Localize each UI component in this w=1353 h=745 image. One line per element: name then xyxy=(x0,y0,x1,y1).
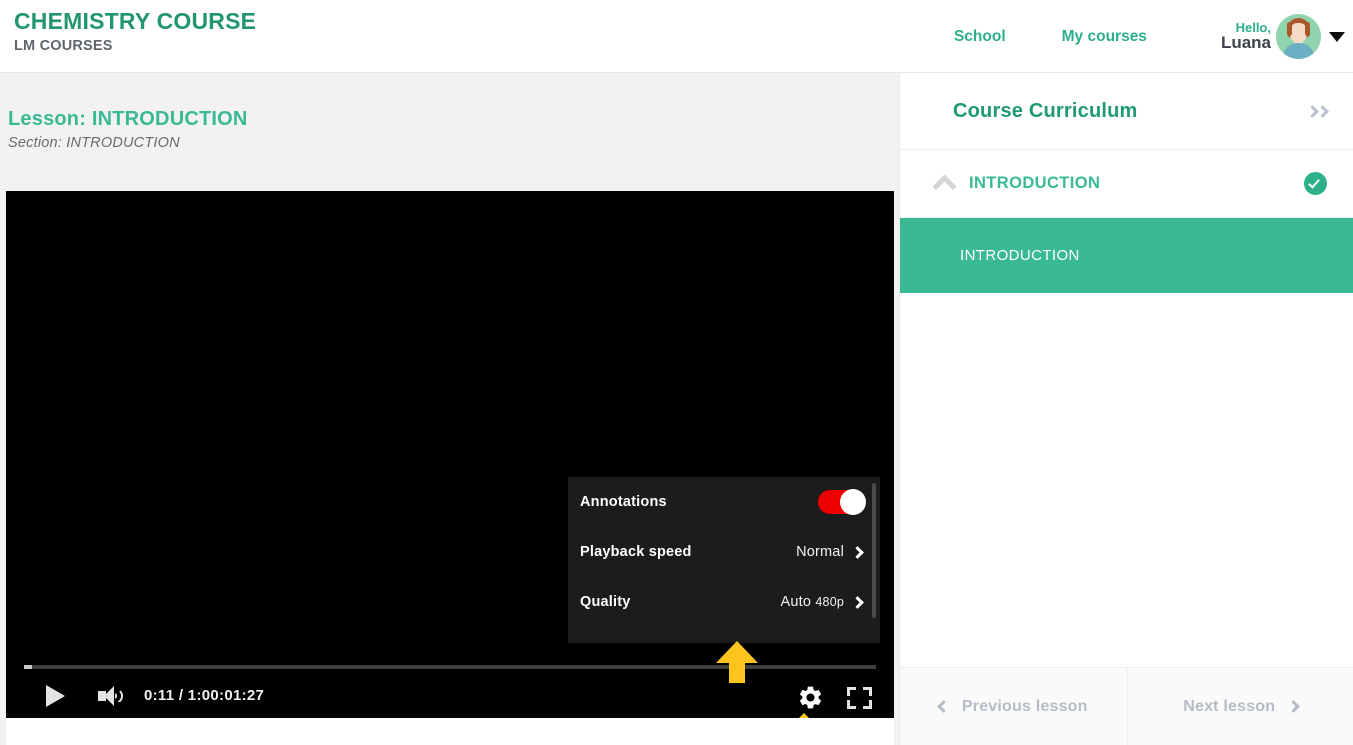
double-chevron-right-icon[interactable] xyxy=(1306,104,1329,118)
chevron-down-icon[interactable] xyxy=(1329,31,1345,42)
video-time-display: 0:11 / 1:00:01:27 xyxy=(144,687,265,704)
brand-site-name: LM COURSES xyxy=(14,38,113,54)
volume-icon[interactable] xyxy=(98,685,126,707)
brand-course-title: CHEMISTRY COURSE xyxy=(14,8,257,34)
curriculum-lesson-introduction[interactable]: INTRODUCTION xyxy=(900,218,1353,293)
video-control-bar: 0:11 / 1:00:01:27 xyxy=(6,643,894,718)
greeting-name: Luana xyxy=(1220,33,1271,53)
control-buttons-row: 0:11 / 1:00:01:27 xyxy=(6,677,894,717)
section-completed-check-icon xyxy=(1304,172,1327,195)
check-mark xyxy=(1308,176,1320,189)
main-navigation: School My courses Hello, Luana xyxy=(954,0,1353,73)
curriculum-header: Course Curriculum xyxy=(900,73,1353,150)
curriculum-section-introduction[interactable]: INTRODUCTION xyxy=(900,150,1353,218)
avatar-hair-left-icon xyxy=(1287,22,1292,36)
chevron-right-icon xyxy=(1287,700,1301,713)
top-header: CHEMISTRY COURSE LM COURSES School My co… xyxy=(0,0,1353,73)
chevron-up-icon[interactable] xyxy=(932,174,957,199)
annotations-toggle[interactable] xyxy=(818,489,866,515)
chevron-right-icon[interactable] xyxy=(851,545,864,559)
lms-lesson-page: CHEMISTRY COURSE LM COURSES School My co… xyxy=(0,0,1353,745)
brand-block[interactable]: CHEMISTRY COURSE LM COURSES xyxy=(14,8,256,56)
user-menu[interactable]: Hello, Luana xyxy=(1221,14,1345,59)
settings-menu-scrollbar[interactable] xyxy=(872,483,876,618)
lesson-attachment[interactable]: INTRODUCTION File xyxy=(6,718,894,745)
quality-label: Quality xyxy=(580,594,631,610)
settings-row-quality[interactable]: Quality Auto 480p xyxy=(568,577,880,627)
fs-corner-bl xyxy=(847,700,856,709)
playback-speed-value: Normal xyxy=(796,544,844,560)
lesson-label: INTRODUCTION xyxy=(960,247,1080,264)
nav-link-school[interactable]: School xyxy=(954,28,1006,46)
annotations-label: Annotations xyxy=(580,494,667,510)
quality-value: Auto 480p xyxy=(781,594,844,610)
annotation-arrow-settings-menu xyxy=(716,641,758,683)
gear-icon[interactable] xyxy=(797,684,824,711)
next-lesson-button[interactable]: Next lesson xyxy=(1128,668,1353,745)
chevron-left-icon xyxy=(937,700,950,713)
avatar-body-icon xyxy=(1283,43,1314,59)
fs-corner-tl xyxy=(847,687,856,696)
video-settings-menu[interactable]: Annotations Playback speed Normal Qualit… xyxy=(568,477,880,654)
lesson-navigation-footer: Previous lesson Next lesson xyxy=(900,667,1353,745)
video-progress-played xyxy=(24,665,32,669)
main-content: Lesson: INTRODUCTION Section: INTRODUCTI… xyxy=(0,73,899,745)
lesson-header: Lesson: INTRODUCTION Section: INTRODUCTI… xyxy=(8,108,248,151)
settings-row-playback-speed[interactable]: Playback speed Normal xyxy=(568,527,880,577)
lesson-section-label: Section: INTRODUCTION xyxy=(8,135,180,151)
settings-row-annotations[interactable]: Annotations xyxy=(568,477,880,527)
avatar-hair-right-icon xyxy=(1305,22,1310,36)
toggle-knob xyxy=(840,489,866,515)
quality-value-resolution: 480p xyxy=(815,595,844,609)
page-title: Lesson: INTRODUCTION xyxy=(8,108,248,130)
fullscreen-icon[interactable] xyxy=(847,687,872,709)
arrow-head xyxy=(716,641,758,663)
previous-lesson-button[interactable]: Previous lesson xyxy=(900,668,1128,745)
greeting-hello: Hello, xyxy=(1235,19,1271,35)
playback-speed-label: Playback speed xyxy=(580,544,692,560)
previous-lesson-label: Previous lesson xyxy=(961,697,1088,715)
chevron-right-icon[interactable] xyxy=(851,595,864,609)
fs-corner-br xyxy=(863,700,872,709)
curriculum-title: Course Curriculum xyxy=(953,99,1138,122)
user-greeting: Hello, Luana xyxy=(1221,21,1271,52)
avatar[interactable] xyxy=(1276,14,1321,59)
arrow-stem xyxy=(729,662,745,683)
section-label: INTRODUCTION xyxy=(969,174,1101,192)
nav-link-my-courses[interactable]: My courses xyxy=(1062,28,1147,46)
next-lesson-label: Next lesson xyxy=(1183,697,1276,715)
fs-corner-tr xyxy=(863,687,872,696)
quality-value-main: Auto xyxy=(780,594,812,610)
course-curriculum-sidebar: Course Curriculum INTRODUCTION INTRODUCT… xyxy=(899,73,1353,745)
play-icon[interactable] xyxy=(46,685,65,707)
chevron-2 xyxy=(1316,104,1329,118)
